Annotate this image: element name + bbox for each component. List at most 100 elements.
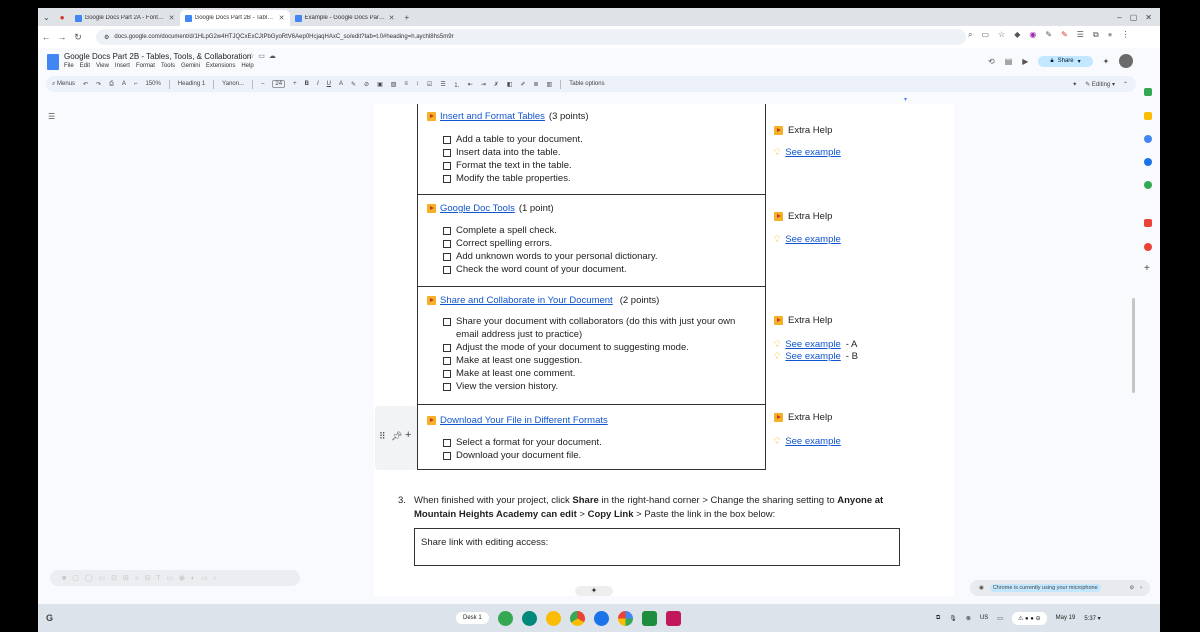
checklist-item[interactable]: Complete a spell check. (443, 224, 557, 237)
maximize-icon[interactable]: ▢ (1130, 13, 1138, 22)
checklist-item[interactable]: Correct spelling errors. (443, 237, 552, 250)
checkbox[interactable] (443, 162, 451, 170)
close-icon[interactable]: ✕ (169, 14, 175, 22)
italic-icon[interactable]: I (317, 81, 319, 87)
contacts-icon[interactable] (1144, 158, 1152, 166)
see-example-link[interactable]: See example (785, 234, 840, 245)
table-row[interactable]: Download Your File in Different Formats … (418, 405, 765, 470)
quick-settings[interactable]: ⚠ ● ● ⊖ (1011, 611, 1047, 625)
microphone-notice[interactable]: ◉ Chrome is currently using your microph… (970, 580, 1150, 596)
task-link[interactable]: Insert and Format Tables (440, 111, 545, 122)
scrollbar[interactable] (1132, 298, 1135, 393)
clear-format-icon[interactable]: ✗ (494, 81, 499, 88)
notifications-icon[interactable]: ▭ (997, 615, 1003, 622)
stop-icon[interactable]: ⊗ (966, 615, 971, 622)
browser-menu-icon[interactable]: ⋮ (1122, 30, 1130, 40)
see-example-link[interactable]: See example (785, 351, 840, 362)
border-width-icon[interactable]: ≣ (534, 81, 539, 88)
sheets-app-icon[interactable] (642, 610, 657, 626)
document-outline-icon[interactable]: ☰ (48, 112, 55, 121)
table-row[interactable]: Insert and Format Tables (3 points) Add … (418, 104, 765, 195)
page-indicator[interactable]: ✦ (575, 586, 613, 596)
extension-icon[interactable]: ✎ (1045, 30, 1052, 40)
history-icon[interactable]: ⟲ (988, 57, 995, 66)
record-icon[interactable]: ● (55, 13, 70, 22)
undo-icon[interactable]: ↶ (83, 81, 88, 88)
checklist-item[interactable]: Format the text in the table. (443, 159, 572, 172)
chevron-right-icon[interactable]: › (1140, 585, 1150, 591)
menu-view[interactable]: View (96, 63, 109, 69)
checkbox[interactable] (443, 149, 451, 157)
browser-tab[interactable]: Example - Google Docs Part 2... ✕ (290, 10, 400, 26)
menu-help[interactable]: Help (241, 63, 253, 69)
checklist-item[interactable]: Modify the table properties. (443, 172, 571, 185)
checklist-item[interactable]: Insert data into the table. (443, 146, 561, 159)
checkbox[interactable] (443, 452, 451, 460)
menu-format[interactable]: Format (136, 63, 155, 69)
date[interactable]: May 19 (1056, 615, 1076, 621)
bold-icon[interactable]: B (305, 81, 309, 87)
see-example-link[interactable]: See example (785, 436, 840, 447)
image-icon[interactable]: ▨ (391, 81, 397, 88)
checkbox[interactable] (443, 318, 451, 326)
task-link[interactable]: Google Doc Tools (440, 203, 515, 214)
checkbox[interactable] (443, 240, 451, 248)
checklist-item[interactable]: Share your document with collaborators (… (443, 315, 743, 342)
task-link[interactable]: Share and Collaborate in Your Document (440, 295, 613, 306)
pen-icon[interactable]: ✎ (1061, 30, 1068, 40)
forward-icon[interactable]: → (54, 32, 70, 42)
cell-fill-icon[interactable]: ◧ (507, 81, 513, 88)
close-window-icon[interactable]: ✕ (1145, 13, 1152, 22)
chrome-app-icon[interactable] (570, 610, 585, 626)
sheets-icon[interactable] (1144, 88, 1152, 96)
font-size-input[interactable]: 24 (272, 80, 286, 88)
text-color-icon[interactable]: A (339, 81, 343, 87)
checklist-item[interactable]: Add unknown words to your personal dicti… (443, 250, 658, 263)
tab-search-icon[interactable]: ⌄ (38, 13, 55, 22)
paint-format-icon[interactable]: ⌐ (134, 81, 138, 87)
link-icon[interactable]: ⊘ (364, 81, 369, 88)
star-icon[interactable]: ☆ (248, 53, 258, 60)
canvas-app-icon[interactable] (666, 610, 681, 626)
checklist-icon[interactable]: ☑ (427, 81, 432, 88)
phone-app-icon[interactable] (498, 610, 513, 626)
print-icon[interactable]: ⎙ (109, 81, 114, 88)
play-store-icon[interactable] (618, 610, 633, 626)
browser-tab[interactable]: Google Docs Part 2A - Fonts, I... ✕ (70, 10, 180, 26)
desk-button[interactable]: Desk 1 (456, 612, 489, 624)
font-size-decrease-icon[interactable]: – (261, 81, 264, 87)
back-icon[interactable]: ← (38, 32, 54, 42)
url-input[interactable]: ⚙ docs.google.com/document/d/1HLpG2w4HTJ… (96, 29, 966, 45)
font-size-increase-icon[interactable]: + (293, 81, 297, 87)
add-addon-icon[interactable]: + (1144, 264, 1152, 274)
keyboard-layout[interactable]: US (980, 615, 988, 621)
close-icon[interactable]: ✕ (279, 14, 285, 22)
menu-gemini[interactable]: Gemini (181, 63, 200, 69)
add-row-icon[interactable]: + (405, 429, 411, 441)
checklist-item[interactable]: Download your document file. (443, 449, 581, 462)
microphone-tray-icon[interactable]: 🎙︎ (949, 615, 957, 622)
zoom-icon[interactable]: ⌕ (968, 30, 972, 40)
checkbox[interactable] (443, 266, 451, 274)
gemini-toolbar-icon[interactable]: ✦ (1072, 81, 1077, 88)
menu-edit[interactable]: Edit (80, 63, 90, 69)
highlight-icon[interactable]: ✎ (351, 81, 356, 88)
share-link-box[interactable]: Share link with editing access: (414, 528, 900, 566)
drag-handle-icon[interactable]: ⠿ (379, 431, 386, 442)
reload-icon[interactable]: ↻ (70, 32, 86, 43)
checkbox[interactable] (443, 370, 451, 378)
move-folder-icon[interactable]: ▭ (258, 53, 269, 60)
cloud-status-icon[interactable]: ☁ (269, 53, 280, 60)
underline-icon[interactable]: U (327, 81, 331, 87)
checklist-item[interactable]: View the version history. (443, 380, 558, 393)
checkbox[interactable] (443, 175, 451, 183)
meet-icon[interactable]: ▶ (1022, 57, 1028, 66)
maps-icon[interactable] (1144, 181, 1152, 189)
cast-icon[interactable]: ▭ (981, 30, 989, 40)
minimize-icon[interactable]: – (1117, 13, 1121, 22)
checkbox[interactable] (443, 253, 451, 261)
files-app-icon[interactable] (594, 610, 609, 626)
comment-icon[interactable]: ▣ (377, 81, 383, 88)
zoom-select[interactable]: 150% (145, 81, 160, 87)
profile-icon[interactable]: ● (1108, 30, 1113, 40)
